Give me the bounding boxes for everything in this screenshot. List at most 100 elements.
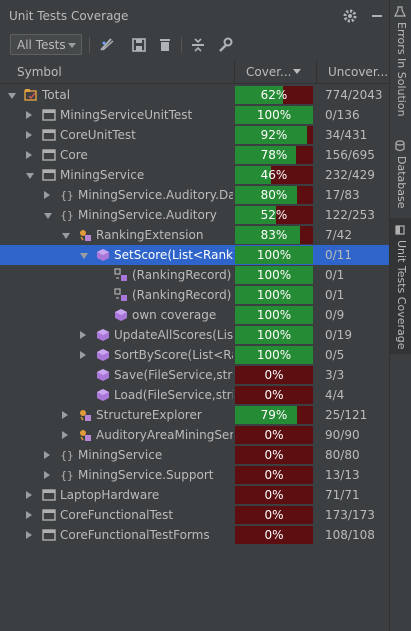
expand-arrow-right-icon[interactable] (26, 491, 32, 499)
uncovered-count: 25/121 (325, 408, 368, 422)
tree-row[interactable]: CoreFunctionalTest 0% 173/173 (0, 505, 389, 525)
tree-row[interactable]: RankingExtension 83% 7/42 (0, 225, 389, 245)
namespace-icon: {} (60, 468, 74, 482)
test-filter-dropdown[interactable]: All Tests (10, 34, 82, 55)
class-icon (78, 228, 92, 242)
side-tab[interactable]: Unit Tests Coverage (390, 218, 411, 354)
expand-arrow-right-icon[interactable] (80, 351, 86, 359)
uncovered-count: 173/173 (325, 508, 375, 522)
uncovered-count: 0/1 (325, 288, 345, 302)
expand-arrow-right-icon[interactable] (26, 511, 32, 519)
tree-row[interactable]: CoreUnitTest 92% 34/431 (0, 125, 389, 145)
expand-arrow-right-icon[interactable] (62, 411, 68, 419)
settings-wrench-icon[interactable] (216, 36, 234, 54)
tree-row[interactable]: {} MiningService.Auditory 52% 122/253 (0, 205, 389, 225)
test-filter-value: All Tests (17, 38, 66, 52)
side-tab-label: Database (395, 156, 408, 209)
coverage-percent: 80% (260, 188, 288, 202)
column-divider[interactable] (316, 60, 317, 83)
row-label: CoreUnitTest (60, 128, 136, 142)
expand-arrow-right-icon[interactable] (26, 131, 32, 139)
expand-arrow-down-icon[interactable] (8, 93, 16, 99)
project-icon (42, 528, 56, 542)
coverage-bar: 79% (235, 406, 313, 424)
gear-icon[interactable] (342, 8, 358, 24)
side-tab[interactable]: Errors In Solution (390, 0, 411, 128)
class-icon (78, 428, 92, 442)
uncovered-count: 0/11 (325, 248, 352, 262)
uncovered-count: 774/2043 (325, 88, 383, 102)
expand-arrow-right-icon[interactable] (26, 111, 32, 119)
coverage-percent: 78% (260, 148, 288, 162)
tree-row[interactable]: SetScore(List<Ranking 100% 0/11 (0, 245, 389, 265)
tree-row[interactable]: own coverage 100% 0/9 (0, 305, 389, 325)
coverage-percent: 0% (264, 428, 284, 442)
expand-arrow-down-icon[interactable] (26, 173, 34, 179)
uncovered-count: 13/13 (325, 468, 360, 482)
coverage-bar: 83% (235, 226, 313, 244)
tree-row[interactable]: SortByScore(List<Rank 100% 0/5 (0, 345, 389, 365)
expand-arrow-down-icon[interactable] (44, 213, 52, 219)
expand-arrow-right-icon[interactable] (80, 331, 86, 339)
project-icon (42, 108, 56, 122)
right-tool-window-bar: Errors In Solution Database Unit Tests Cov… (389, 0, 411, 631)
tree-row[interactable]: CoreFunctionalTestForms 0% 108/108 (0, 525, 389, 545)
expand-arrow-right-icon[interactable] (62, 431, 68, 439)
lambda-icon (114, 268, 128, 282)
tree-row[interactable]: AuditoryAreaMiningServic 0% 90/90 (0, 425, 389, 445)
side-tab[interactable]: Database (390, 134, 411, 214)
column-coverage[interactable]: Cover... (246, 65, 291, 79)
project-icon (42, 128, 56, 142)
uncovered-count: 4/4 (325, 388, 345, 402)
expand-arrow-down-icon[interactable] (80, 253, 88, 259)
tree-row[interactable]: (RankingRecord) 100% 0/1 (0, 265, 389, 285)
tree-row[interactable]: Save(FileService,string, 0% 3/3 (0, 365, 389, 385)
method-icon (96, 368, 110, 382)
svg-text:{}: {} (60, 449, 73, 462)
coverage-bar: 100% (235, 286, 313, 304)
project-icon (42, 508, 56, 522)
class-icon (78, 408, 92, 422)
tree-row[interactable]: StructureExplorer 79% 25/121 (0, 405, 389, 425)
tree-row[interactable]: MiningService 46% 232/429 (0, 165, 389, 185)
namespace-icon: {} (60, 188, 74, 202)
delete-icon[interactable] (156, 36, 174, 54)
expand-arrow-right-icon[interactable] (26, 151, 32, 159)
show-covering-tests-icon[interactable] (98, 36, 116, 54)
tree-row[interactable]: Total 62% 774/2043 (0, 85, 389, 105)
method-icon (96, 348, 110, 362)
column-uncovered[interactable]: Uncover... (328, 65, 388, 79)
side-tab-label: Errors In Solution (395, 22, 408, 117)
tree-row[interactable]: LaptopHardware 0% 71/71 (0, 485, 389, 505)
export-icon[interactable] (130, 36, 148, 54)
coverage-percent: 0% (264, 488, 284, 502)
expand-arrow-right-icon[interactable] (26, 531, 32, 539)
tree-row[interactable]: {} MiningService 0% 80/80 (0, 445, 389, 465)
tree-row[interactable]: {} MiningService.Auditory.Data 80% 17/83 (0, 185, 389, 205)
tree-row[interactable]: {} MiningService.Support 0% 13/13 (0, 465, 389, 485)
tree-row[interactable]: (RankingRecord) 100% 0/1 (0, 285, 389, 305)
column-symbol[interactable]: Symbol (17, 65, 62, 79)
coverage-bar: 100% (235, 246, 313, 264)
coverage-bar: 0% (235, 446, 313, 464)
uncovered-count: 108/108 (325, 528, 375, 542)
column-divider[interactable] (234, 60, 235, 83)
uncovered-count: 156/695 (325, 148, 375, 162)
tree-row[interactable]: UpdateAllScores(List<R 100% 0/19 (0, 325, 389, 345)
expand-arrow-right-icon[interactable] (44, 451, 50, 459)
collapse-all-icon[interactable] (189, 36, 207, 54)
expand-arrow-down-icon[interactable] (62, 233, 70, 239)
coverage-percent: 100% (256, 348, 292, 362)
coverage-percent: 100% (256, 308, 292, 322)
tree-row[interactable]: MiningServiceUnitTest 100% 0/136 (0, 105, 389, 125)
tree-row[interactable]: Core 78% 156/695 (0, 145, 389, 165)
coverage-percent: 92% (260, 128, 288, 142)
panel-title: Unit Tests Coverage (9, 9, 129, 23)
row-label: SortByScore(List<Rank (114, 348, 233, 362)
row-label: LaptopHardware (60, 488, 160, 502)
tree-row[interactable]: Load(FileService,string 0% 4/4 (0, 385, 389, 405)
expand-arrow-right-icon[interactable] (44, 191, 50, 199)
minimize-icon[interactable] (369, 8, 385, 24)
uncovered-count: 0/136 (325, 108, 360, 122)
expand-arrow-right-icon[interactable] (44, 471, 50, 479)
